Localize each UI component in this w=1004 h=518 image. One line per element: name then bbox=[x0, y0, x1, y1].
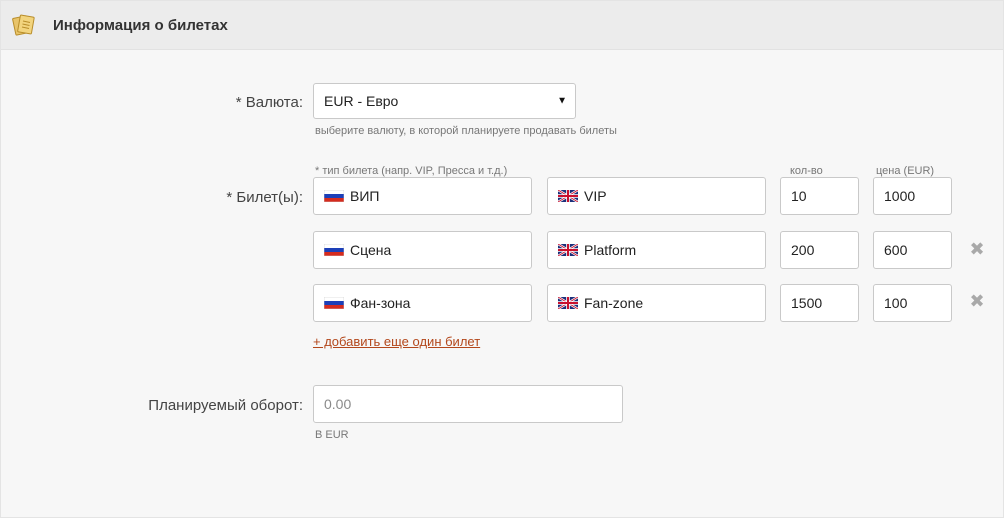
tickets-label: * Билет(ы): bbox=[226, 189, 303, 206]
ticket-name-en-value: Fan-zone bbox=[584, 295, 644, 311]
ticket-price-input[interactable]: 100 bbox=[873, 284, 952, 322]
ticket-name-ru-value: Фан-зона bbox=[350, 295, 411, 311]
uk-flag-icon bbox=[558, 190, 578, 202]
currency-hint: выберите валюту, в которой планируете пр… bbox=[315, 125, 617, 137]
turnover-input[interactable]: 0.00 bbox=[313, 385, 623, 423]
russia-flag-icon bbox=[324, 297, 344, 309]
panel-header: Информация о билетах bbox=[1, 1, 1003, 50]
chevron-down-icon: ▼ bbox=[557, 95, 567, 107]
ticket-qty-value: 1500 bbox=[791, 295, 823, 311]
ticket-name-ru-input[interactable]: Сцена bbox=[313, 231, 532, 269]
remove-ticket-icon[interactable]: ✖ bbox=[967, 291, 987, 312]
ticket-name-ru-input[interactable]: ВИП bbox=[313, 177, 532, 215]
turnover-label: Планируемый оборот: bbox=[148, 397, 303, 414]
ticket-qty-value: 10 bbox=[791, 188, 807, 204]
uk-flag-icon bbox=[558, 297, 578, 309]
ticket-price-input[interactable]: 600 bbox=[873, 231, 952, 269]
ticket-price-input[interactable]: 1000 bbox=[873, 177, 952, 215]
ticket-price-value: 1000 bbox=[884, 188, 916, 204]
tickets-icon bbox=[12, 14, 35, 36]
ticket-name-en-value: VIP bbox=[584, 188, 607, 204]
ticket-qty-value: 200 bbox=[791, 242, 815, 258]
ticket-name-en-input[interactable]: Fan-zone bbox=[547, 284, 766, 322]
currency-selected-value: EUR - Евро bbox=[324, 93, 399, 109]
ticket-price-value: 100 bbox=[884, 295, 908, 311]
uk-flag-icon bbox=[558, 244, 578, 256]
ticket-qty-header: кол-во bbox=[790, 165, 823, 177]
ticket-name-en-input[interactable]: Platform bbox=[547, 231, 766, 269]
panel-title: Информация о билетах bbox=[53, 17, 228, 34]
ticket-price-header: цена (EUR) bbox=[876, 165, 935, 177]
ticket-name-en-value: Platform bbox=[584, 242, 637, 258]
ticket-type-header: * тип билета (напр. VIP, Пресса и т.д.) bbox=[315, 165, 508, 177]
ticket-name-ru-input[interactable]: Фан-зона bbox=[313, 284, 532, 322]
turnover-placeholder: 0.00 bbox=[324, 396, 352, 412]
ticket-name-ru-value: Сцена bbox=[350, 242, 392, 258]
currency-label: * Валюта: bbox=[235, 94, 303, 111]
currency-select[interactable]: EUR - Евро ▼ bbox=[313, 83, 576, 119]
russia-flag-icon bbox=[324, 244, 344, 256]
ticket-info-panel: Информация о билетах * Валюта: EUR - Евр… bbox=[0, 0, 1004, 518]
ticket-qty-input[interactable]: 1500 bbox=[780, 284, 859, 322]
ticket-name-en-input[interactable]: VIP bbox=[547, 177, 766, 215]
ticket-name-ru-value: ВИП bbox=[350, 188, 380, 204]
ticket-qty-input[interactable]: 200 bbox=[780, 231, 859, 269]
ticket-qty-input[interactable]: 10 bbox=[780, 177, 859, 215]
add-ticket-link[interactable]: + добавить еще один билет bbox=[313, 334, 480, 349]
turnover-hint: В EUR bbox=[315, 429, 349, 441]
ticket-price-value: 600 bbox=[884, 242, 908, 258]
remove-ticket-icon[interactable]: ✖ bbox=[967, 239, 987, 260]
russia-flag-icon bbox=[324, 190, 344, 202]
